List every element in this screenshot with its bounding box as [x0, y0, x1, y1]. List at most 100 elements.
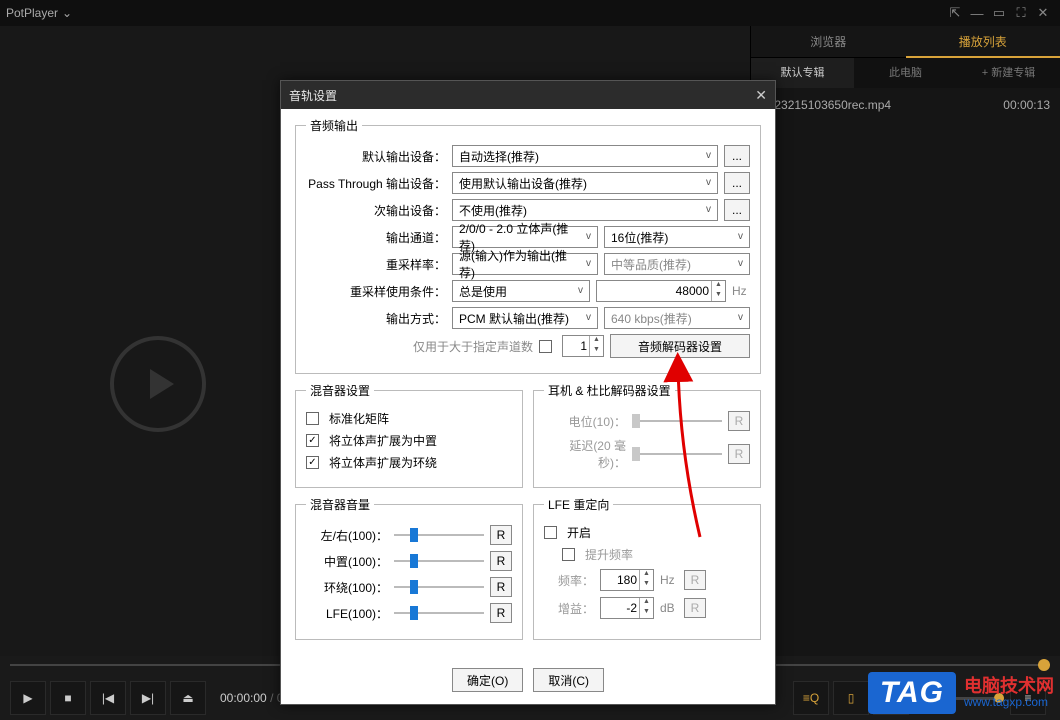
legend-headphone: 耳机 & 杜比解码器设置: [544, 382, 675, 399]
watermark-title: 电脑技术网: [964, 677, 1054, 697]
eject-button[interactable]: ⏏: [170, 681, 206, 715]
slider-lr[interactable]: [394, 526, 484, 544]
reset-freq-button[interactable]: R: [684, 570, 706, 590]
reset-surround-button[interactable]: R: [490, 577, 512, 597]
label-pass-through: Pass Through 输出设备：: [306, 175, 446, 192]
slider-center[interactable]: [394, 552, 484, 570]
slider-surround[interactable]: [394, 578, 484, 596]
select-default-device[interactable]: 自动选择(推荐)v: [452, 145, 718, 167]
select-output-channel[interactable]: 2/0/0 - 2.0 立体声(推荐)v: [452, 226, 598, 248]
bookmark-button[interactable]: ▯: [833, 681, 869, 715]
watermark-tag: TAG: [868, 672, 956, 714]
unit-freq-hz: Hz: [660, 573, 678, 587]
group-lfe-redirect: LFE 重定向 开启 提升频率 频率： 180▲▼ Hz R 增益： -2▲▼ …: [533, 496, 761, 640]
seek-knob[interactable]: [1038, 659, 1050, 671]
pass-through-options-button[interactable]: ...: [724, 172, 750, 194]
select-kbps[interactable]: 640 kbps(推荐)v: [604, 307, 750, 329]
reset-lr-button[interactable]: R: [490, 525, 512, 545]
label-potential: 电位(10)：: [544, 413, 626, 430]
input-freq[interactable]: 180▲▼: [600, 569, 654, 591]
label-center: 中置(100)：: [306, 553, 388, 570]
label-lfe-enable: 开启: [567, 524, 591, 541]
checkbox-lfe-boost[interactable]: [562, 548, 575, 561]
checkbox-expand-surround[interactable]: [306, 456, 319, 469]
tab-playlist[interactable]: 播放列表: [906, 26, 1060, 58]
app-name: PotPlayer: [6, 6, 58, 20]
legend-mixer-volume: 混音器音量: [306, 496, 374, 513]
label-surround: 环绕(100)：: [306, 579, 388, 596]
pin-button[interactable]: ⇱: [944, 5, 966, 21]
time-current: 00:00:00: [220, 691, 267, 705]
checkbox-normalize-matrix[interactable]: [306, 412, 319, 425]
dialog-title: 音轨设置: [289, 87, 337, 104]
select-resample[interactable]: 源(输入)作为输出(推荐)v: [452, 253, 598, 275]
stop-button[interactable]: ■: [50, 681, 86, 715]
label-sub-device: 次输出设备：: [306, 202, 446, 219]
label-expand-surround: 将立体声扩展为环绕: [329, 454, 437, 471]
checkbox-lfe-enable[interactable]: [544, 526, 557, 539]
chevron-down-icon: v: [706, 150, 711, 161]
slider-potential[interactable]: [632, 412, 722, 430]
playlist-item-duration: 00:00:13: [1003, 98, 1050, 112]
titlebar: PotPlayer ⌄ ⇱ — ▭ ⛶ ✕: [0, 0, 1060, 26]
tab-browser[interactable]: 浏览器: [751, 26, 906, 58]
select-pass-through[interactable]: 使用默认输出设备(推荐)v: [452, 172, 718, 194]
select-resample-condition[interactable]: 总是使用v: [452, 280, 590, 302]
playlist-item-name: 2023215103650rec.mp4: [761, 98, 891, 112]
select-output-bits[interactable]: 16位(推荐)v: [604, 226, 750, 248]
label-normalize-matrix: 标准化矩阵: [329, 410, 389, 427]
label-lfe-boost: 提升频率: [585, 546, 633, 563]
play-button[interactable]: ▶: [10, 681, 46, 715]
prev-button[interactable]: |◀: [90, 681, 126, 715]
group-audio-output: 音频输出 默认输出设备： 自动选择(推荐)v ... Pass Through …: [295, 117, 761, 374]
fullscreen-button[interactable]: ⛶: [1010, 5, 1032, 21]
select-sub-device[interactable]: 不使用(推荐)v: [452, 199, 718, 221]
chevron-down-icon: v: [586, 231, 591, 242]
reset-center-button[interactable]: R: [490, 551, 512, 571]
group-headphone-dolby: 耳机 & 杜比解码器设置 电位(10)： R 延迟(20 毫秒)： R: [533, 382, 761, 488]
reset-delay-button[interactable]: R: [728, 444, 750, 464]
label-lfe: LFE(100)：: [306, 605, 388, 622]
subtab-new-album[interactable]: + 新建专辑: [957, 58, 1060, 88]
label-resample-condition: 重采样使用条件：: [306, 283, 446, 300]
close-button[interactable]: ✕: [1032, 5, 1054, 21]
legend-mixer: 混音器设置: [306, 382, 374, 399]
input-only-channels[interactable]: 1▲▼: [562, 335, 604, 357]
cancel-button[interactable]: 取消(C): [533, 668, 604, 692]
reset-lfe-button[interactable]: R: [490, 603, 512, 623]
checkbox-expand-center[interactable]: [306, 434, 319, 447]
watermark-url: www.tagxp.com: [964, 696, 1054, 709]
chevron-down-icon: ⌄: [62, 6, 72, 20]
chevron-down-icon: v: [738, 231, 743, 242]
label-only-channels: 仅用于大于指定声道数: [306, 338, 533, 355]
select-resample-quality[interactable]: 中等品质(推荐)v: [604, 253, 750, 275]
checkbox-only-channels[interactable]: [539, 340, 552, 353]
ok-button[interactable]: 确定(O): [452, 668, 523, 692]
minimize-button[interactable]: —: [966, 6, 988, 21]
default-device-options-button[interactable]: ...: [724, 145, 750, 167]
subtab-this-pc[interactable]: 此电脑: [854, 58, 957, 88]
slider-lfe[interactable]: [394, 604, 484, 622]
watermark: TAG 电脑技术网 www.tagxp.com: [868, 672, 1054, 714]
legend-output: 音频输出: [306, 117, 362, 134]
maximize-button[interactable]: ▭: [988, 5, 1010, 21]
play-overlay-icon: [110, 336, 206, 432]
audio-decoder-settings-button[interactable]: 音频解码器设置: [610, 334, 750, 358]
reset-gain-button[interactable]: R: [684, 598, 706, 618]
label-output-mode: 输出方式：: [306, 310, 446, 327]
select-output-mode[interactable]: PCM 默认输出(推荐)v: [452, 307, 598, 329]
input-resample-hz[interactable]: 48000▲▼: [596, 280, 726, 302]
sub-device-options-button[interactable]: ...: [724, 199, 750, 221]
playlist-item[interactable]: 2023215103650rec.mp4 00:00:13: [761, 94, 1050, 116]
label-output-channel: 输出通道：: [306, 229, 446, 246]
reset-potential-button[interactable]: R: [728, 411, 750, 431]
app-menu[interactable]: PotPlayer ⌄: [6, 6, 72, 20]
dialog-close-button[interactable]: ✕: [755, 87, 767, 104]
next-button[interactable]: ▶|: [130, 681, 166, 715]
label-delay: 延迟(20 毫秒)：: [544, 437, 626, 471]
input-gain[interactable]: -2▲▼: [600, 597, 654, 619]
label-expand-center: 将立体声扩展为中置: [329, 432, 437, 449]
group-mixer-volume: 混音器音量 左/右(100)：R 中置(100)：R 环绕(100)：R LFE…: [295, 496, 523, 640]
slider-delay[interactable]: [632, 445, 722, 463]
subtitle-button[interactable]: ≡Q: [793, 681, 829, 715]
